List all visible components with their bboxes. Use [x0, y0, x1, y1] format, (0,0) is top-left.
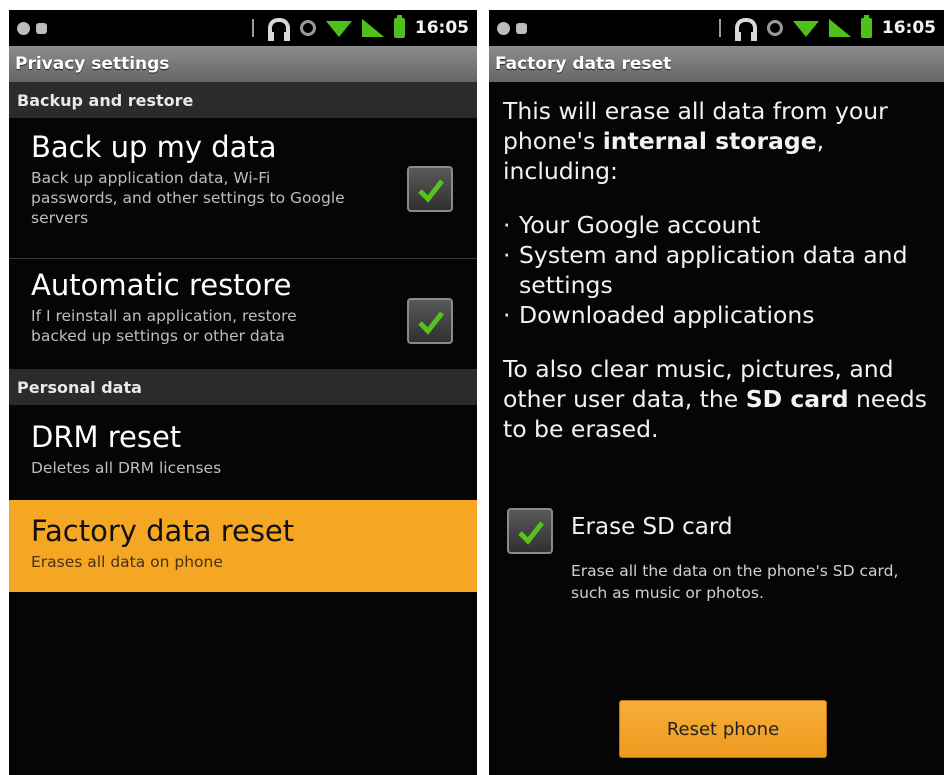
screen-title: Factory data reset [489, 46, 944, 82]
signal-icon [828, 19, 851, 37]
erase-sd-title: Erase SD card [571, 514, 733, 540]
section-header-personal: Personal data [9, 369, 477, 405]
sync-icon [299, 20, 316, 36]
status-bar: 16:05 [489, 10, 944, 46]
screen-title: Privacy settings [9, 46, 477, 82]
battery-icon [393, 15, 405, 38]
intro-text-bold: internal storage [602, 127, 817, 155]
pref-summary: If I reinstall an application, restore b… [31, 306, 297, 345]
erase-sd-card-option[interactable]: Erase SD card Erase all the data on the … [507, 508, 927, 618]
checkmark-icon [418, 311, 444, 335]
pref-title: Factory data reset [31, 514, 295, 548]
status-bar: 16:05 [9, 10, 477, 46]
factory-reset-screen: 16:05 Factory data reset This will erase… [489, 10, 944, 775]
list-item: System and application data and settings [503, 240, 943, 300]
battery-icon [860, 15, 872, 38]
checkmark-icon [418, 179, 444, 203]
wifi-icon [792, 21, 819, 37]
pref-title: DRM reset [31, 420, 182, 454]
pref-summary: Deletes all DRM licenses [31, 458, 222, 477]
signal-icon [361, 19, 384, 37]
pref-automatic-restore[interactable]: Automatic restore If I reinstall an appl… [9, 268, 477, 378]
bluetooth-icon [251, 19, 258, 37]
pref-summary: Erases all data on phone [31, 552, 223, 571]
notification-icon [497, 21, 510, 35]
notification-icon [516, 22, 527, 34]
pref-title: Back up my data [31, 130, 277, 164]
backup-checkbox[interactable] [407, 166, 453, 212]
checkmark-icon [518, 521, 544, 545]
clock: 16:05 [414, 18, 469, 38]
sync-icon [766, 20, 783, 36]
clock: 16:05 [881, 18, 936, 38]
notification-icon [17, 21, 30, 35]
bluetooth-icon [718, 19, 725, 37]
divider [9, 258, 477, 259]
list-item: Downloaded applications [503, 300, 943, 330]
sd-card-text: To also clear music, pictures, and other… [503, 354, 943, 444]
automatic-restore-checkbox[interactable] [407, 298, 453, 344]
wifi-icon [325, 21, 352, 37]
pref-drm-reset[interactable]: DRM reset Deletes all DRM licenses [9, 420, 477, 500]
list-item: Your Google account [503, 210, 943, 240]
erase-sd-summary: Erase all the data on the phone's SD car… [571, 562, 899, 602]
pref-back-up-my-data[interactable]: Back up my data Back up application data… [9, 130, 477, 258]
intro-text: This will erase all data from your phone… [503, 96, 943, 186]
erase-sd-checkbox[interactable] [507, 508, 553, 554]
headphones-icon [734, 18, 757, 41]
reset-phone-button[interactable]: Reset phone [619, 700, 827, 758]
notification-icon [36, 22, 47, 34]
pref-summary: Back up application data, Wi-Fi password… [31, 168, 345, 228]
headphones-icon [267, 18, 290, 41]
erase-list: Your Google account System and applicati… [503, 210, 943, 330]
privacy-settings-screen: 16:05 Privacy settings Backup and restor… [9, 10, 477, 775]
reset-description: This will erase all data from your phone… [503, 96, 943, 444]
section-header-backup: Backup and restore [9, 82, 477, 118]
sd-text-bold: SD card [745, 385, 849, 413]
pref-factory-data-reset[interactable]: Factory data reset Erases all data on ph… [9, 500, 477, 592]
